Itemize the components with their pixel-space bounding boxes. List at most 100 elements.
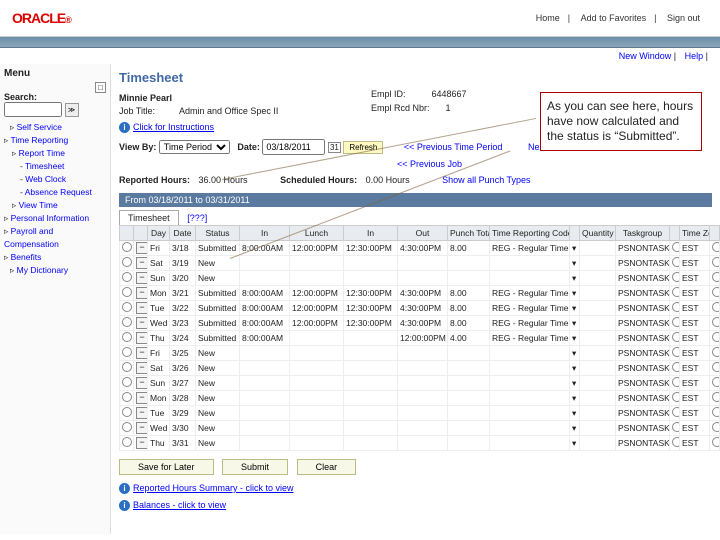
dropdown-icon[interactable]: ▾ <box>572 363 576 373</box>
nav-item[interactable]: ▹ Payroll and Compensation <box>4 225 106 251</box>
in1-cell[interactable] <box>240 256 290 271</box>
trc-cell[interactable] <box>490 256 570 271</box>
lookup-icon[interactable] <box>712 362 720 372</box>
lookup-icon[interactable] <box>672 392 680 402</box>
out-cell[interactable]: 4:30:00PM <box>398 286 448 301</box>
row-radio[interactable] <box>122 422 132 432</box>
nav-item[interactable]: ▹ Personal Information <box>4 212 106 225</box>
tz-cell[interactable]: EST <box>680 346 710 361</box>
viewby-select[interactable]: Time Period <box>159 140 230 154</box>
delete-row-icon[interactable]: − <box>136 317 148 329</box>
qty-cell[interactable] <box>580 286 616 301</box>
tz-cell[interactable]: EST <box>680 361 710 376</box>
tz-cell[interactable]: EST <box>680 436 710 451</box>
taskgroup-cell[interactable]: PSNONTASK <box>616 256 670 271</box>
delete-row-icon[interactable]: − <box>136 272 148 284</box>
in2-cell[interactable] <box>344 421 398 436</box>
row-radio[interactable] <box>122 302 132 312</box>
trc-cell[interactable]: REG - Regular Time <box>490 316 570 331</box>
qty-cell[interactable] <box>580 256 616 271</box>
save-button[interactable]: Save for Later <box>119 459 214 475</box>
qty-cell[interactable] <box>580 421 616 436</box>
in1-cell[interactable] <box>240 421 290 436</box>
date-input[interactable] <box>262 139 325 155</box>
prev-job-link[interactable]: << Previous Job <box>397 159 462 169</box>
row-radio[interactable] <box>122 332 132 342</box>
delete-row-icon[interactable]: − <box>136 437 148 449</box>
search-go-button[interactable]: ≫ <box>65 103 79 117</box>
dropdown-icon[interactable]: ▾ <box>572 438 576 448</box>
dropdown-icon[interactable]: ▾ <box>572 303 576 313</box>
delete-row-icon[interactable]: − <box>136 407 148 419</box>
lookup-icon[interactable] <box>672 377 680 387</box>
tz-cell[interactable]: EST <box>680 256 710 271</box>
clear-button[interactable]: Clear <box>297 459 357 475</box>
tz-cell[interactable]: EST <box>680 271 710 286</box>
in2-cell[interactable] <box>344 406 398 421</box>
trc-cell[interactable] <box>490 271 570 286</box>
in1-cell[interactable] <box>240 271 290 286</box>
out-cell[interactable] <box>398 421 448 436</box>
delete-row-icon[interactable]: − <box>136 242 148 254</box>
out-cell[interactable] <box>398 346 448 361</box>
in2-cell[interactable] <box>344 376 398 391</box>
in1-cell[interactable]: 8:00:00AM <box>240 301 290 316</box>
in2-cell[interactable] <box>344 436 398 451</box>
delete-row-icon[interactable]: − <box>136 362 148 374</box>
qty-cell[interactable] <box>580 406 616 421</box>
in2-cell[interactable] <box>344 346 398 361</box>
in2-cell[interactable] <box>344 331 398 346</box>
qty-cell[interactable] <box>580 316 616 331</box>
dropdown-icon[interactable]: ▾ <box>572 243 576 253</box>
in1-cell[interactable] <box>240 436 290 451</box>
dropdown-icon[interactable]: ▾ <box>572 393 576 403</box>
tz-cell[interactable]: EST <box>680 421 710 436</box>
row-radio[interactable] <box>122 242 132 252</box>
lookup-icon[interactable] <box>672 332 680 342</box>
lunch-cell[interactable] <box>290 361 344 376</box>
in1-cell[interactable] <box>240 391 290 406</box>
out-cell[interactable] <box>398 376 448 391</box>
lookup-icon[interactable] <box>672 272 680 282</box>
row-radio[interactable] <box>122 407 132 417</box>
taskgroup-cell[interactable]: PSNONTASK <box>616 391 670 406</box>
lookup-icon[interactable] <box>712 257 720 267</box>
nav-item[interactable]: ▹ View Time <box>4 199 106 212</box>
collapse-icon[interactable]: □ <box>95 82 106 93</box>
lookup-icon[interactable] <box>712 317 720 327</box>
tz-cell[interactable]: EST <box>680 331 710 346</box>
lunch-cell[interactable] <box>290 256 344 271</box>
lookup-icon[interactable] <box>712 347 720 357</box>
nav-item[interactable]: ▹ Report Time <box>4 147 106 160</box>
taskgroup-cell[interactable]: PSNONTASK <box>616 406 670 421</box>
qty-cell[interactable] <box>580 436 616 451</box>
new-window-link[interactable]: New Window <box>619 51 672 61</box>
lookup-icon[interactable] <box>712 332 720 342</box>
lunch-cell[interactable]: 12:00:00PM <box>290 286 344 301</box>
lookup-icon[interactable] <box>712 422 720 432</box>
in1-cell[interactable]: 8:00:00AM <box>240 316 290 331</box>
tz-cell[interactable]: EST <box>680 316 710 331</box>
out-cell[interactable] <box>398 436 448 451</box>
in2-cell[interactable] <box>344 271 398 286</box>
row-radio[interactable] <box>122 287 132 297</box>
dropdown-icon[interactable]: ▾ <box>572 423 576 433</box>
trc-cell[interactable] <box>490 361 570 376</box>
balances-link[interactable]: iBalances - click to view <box>119 500 712 511</box>
qty-cell[interactable] <box>580 361 616 376</box>
lookup-icon[interactable] <box>672 242 680 252</box>
trc-cell[interactable]: REG - Regular Time <box>490 331 570 346</box>
taskgroup-cell[interactable]: PSNONTASK <box>616 436 670 451</box>
row-radio[interactable] <box>122 362 132 372</box>
lunch-cell[interactable]: 12:00:00PM <box>290 241 344 256</box>
submit-button[interactable]: Submit <box>222 459 288 475</box>
delete-row-icon[interactable]: − <box>136 287 148 299</box>
qty-cell[interactable] <box>580 376 616 391</box>
in2-cell[interactable]: 12:30:00PM <box>344 301 398 316</box>
dropdown-icon[interactable]: ▾ <box>572 273 576 283</box>
lookup-icon[interactable] <box>712 287 720 297</box>
out-cell[interactable]: 4:30:00PM <box>398 316 448 331</box>
out-cell[interactable]: 12:00:00PM <box>398 331 448 346</box>
out-cell[interactable] <box>398 256 448 271</box>
trc-cell[interactable] <box>490 346 570 361</box>
